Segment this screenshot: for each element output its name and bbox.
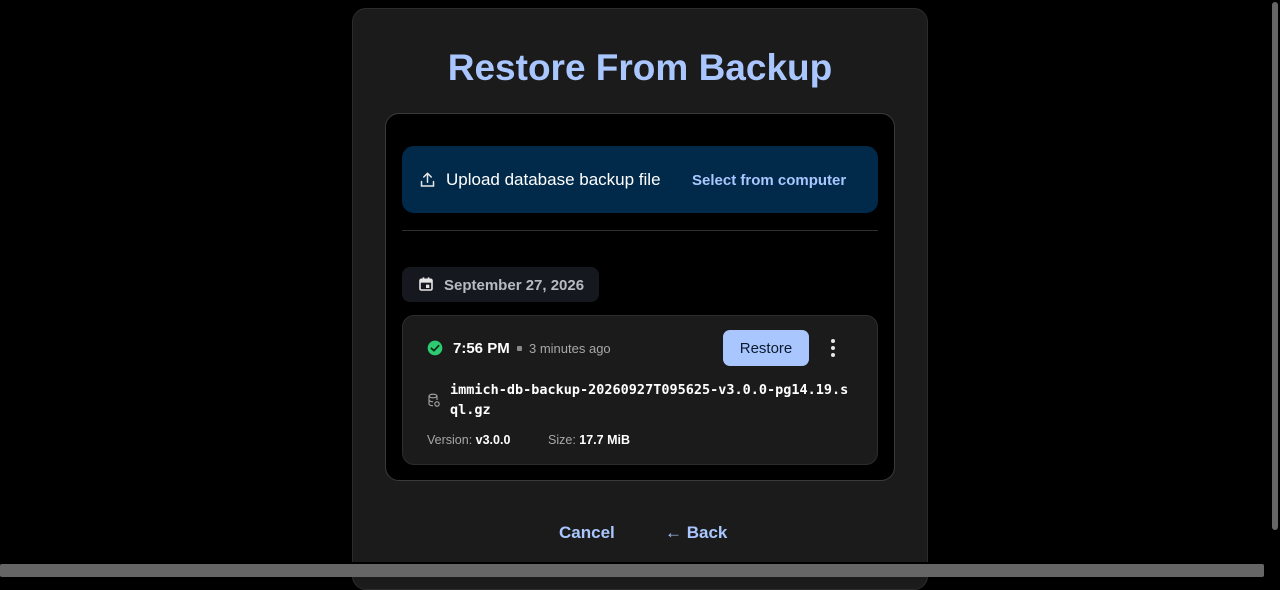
- cancel-button[interactable]: Cancel: [559, 523, 615, 543]
- separator-dot: [517, 346, 522, 351]
- select-from-computer-link[interactable]: Select from computer: [692, 172, 846, 189]
- more-vertical-icon[interactable]: [825, 338, 841, 358]
- upload-icon: [420, 172, 435, 187]
- divider: [402, 230, 878, 231]
- upload-label: Upload database backup file: [446, 170, 661, 189]
- version-value: v3.0.0: [475, 433, 511, 447]
- backup-card: 7:56 PM 3 minutes ago Restore immich-db-…: [402, 315, 878, 465]
- backup-relative-time: 3 minutes ago: [529, 341, 611, 356]
- restore-dialog: Restore From Backup Upload database back…: [352, 8, 928, 590]
- horizontal-scrollbar-thumb[interactable]: [0, 564, 1264, 577]
- version-meta: Version: v3.0.0: [427, 433, 510, 447]
- size-label: Size:: [548, 433, 576, 447]
- size-value: 17.7 MiB: [579, 433, 630, 447]
- page-title: Restore From Backup: [447, 47, 833, 88]
- database-file-icon: [428, 393, 440, 407]
- upload-area[interactable]: Upload database backup file Select from …: [402, 146, 878, 213]
- horizontal-scrollbar[interactable]: [0, 562, 1280, 577]
- backup-container: Upload database backup file Select from …: [385, 113, 895, 481]
- calendar-icon: [419, 277, 433, 291]
- backup-filename: immich-db-backup-20260927T095625-v3.0.0-…: [450, 382, 849, 418]
- backup-time: 7:56 PM: [453, 340, 510, 357]
- size-meta: Size: 17.7 MiB: [548, 433, 630, 447]
- restore-button[interactable]: Restore: [723, 330, 809, 366]
- check-circle-icon: [427, 340, 443, 356]
- vertical-scrollbar[interactable]: [1270, 0, 1280, 562]
- date-group-chip: September 27, 2026: [402, 267, 599, 302]
- version-label: Version:: [427, 433, 473, 447]
- back-button[interactable]: ← Back: [665, 523, 727, 543]
- vertical-scrollbar-thumb[interactable]: [1272, 2, 1278, 530]
- date-label: September 27, 2026: [444, 277, 585, 294]
